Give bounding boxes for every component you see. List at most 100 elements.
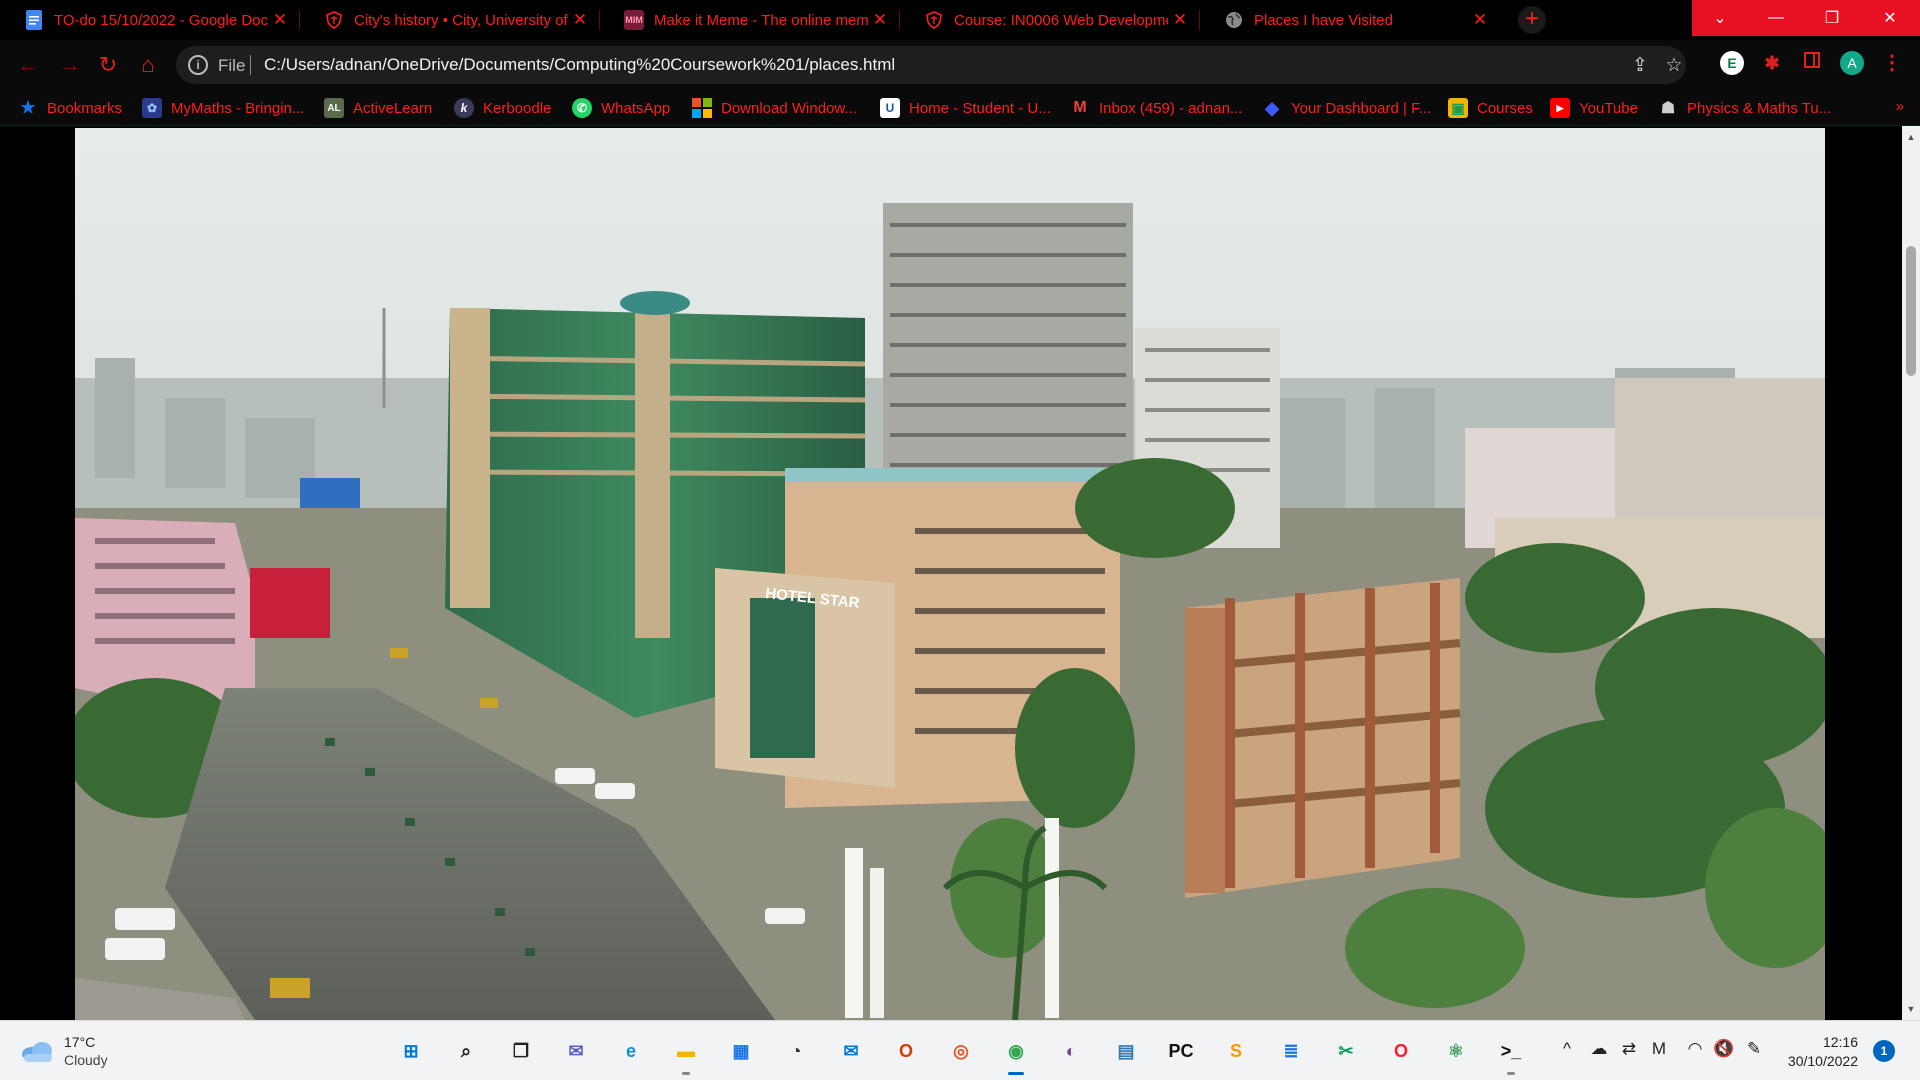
notification-badge[interactable]: 1 [1873, 1040, 1895, 1062]
bookmark-home-student[interactable]: U Home - Student - U... [880, 96, 1051, 120]
bookmark-star-icon[interactable]: ☆ [1662, 54, 1686, 78]
speedometer-icon[interactable]: ◔ [778, 1033, 814, 1069]
url-text[interactable]: C:/Users/adnan/OneDrive/Documents/Comput… [264, 55, 895, 75]
tab-course-web-dev[interactable]: Course: IN0006 Web Developme ✕ [900, 0, 1200, 40]
ubuntu-icon[interactable]: ◎ [943, 1033, 979, 1069]
wifi-icon[interactable]: ◠ [1683, 1039, 1707, 1059]
file-explorer-icon[interactable]: ▬ [668, 1033, 704, 1075]
microsoft-store-icon[interactable]: ▦ [723, 1033, 759, 1069]
tab-make-it-meme[interactable]: MIM Make it Meme - The online mem ✕ [600, 0, 900, 40]
python-file-icon[interactable]: ▤ [1108, 1033, 1144, 1069]
address-bar[interactable]: i File C:/Users/adnan/OneDrive/Documents… [176, 46, 1686, 84]
bookmarks-overflow-icon[interactable]: » [1896, 98, 1904, 115]
scrollbar-thumb[interactable] [1906, 246, 1916, 376]
notepad-icon[interactable]: ≣ [1273, 1033, 1309, 1069]
sublime-text-glyph: S [1229, 1040, 1242, 1061]
bookmark-mymaths[interactable]: ✿ MyMaths - Bringin... [142, 96, 304, 120]
unifrog-icon: U [880, 98, 900, 118]
site-info-icon[interactable]: i [188, 55, 208, 75]
task-view-icon[interactable]: ❐ [503, 1033, 539, 1069]
close-window-button[interactable]: ✕ [1860, 0, 1920, 36]
home-button[interactable]: ⌂ [134, 51, 162, 79]
chevron-up-icon[interactable]: ^ [1555, 1039, 1579, 1059]
mail-icon[interactable]: ✉ [833, 1033, 869, 1069]
file-explorer-glyph: ▬ [677, 1040, 695, 1061]
browser-toolbar: ← → ↻ ⌂ i File C:/Users/adnan/OneDrive/D… [0, 40, 1920, 90]
close-tab-icon[interactable]: ✕ [1168, 10, 1192, 30]
bookmark-download-windows[interactable]: Download Window... [692, 96, 857, 120]
tab-todo-doc[interactable]: TO-do 15/10/2022 - Google Doc ✕ [0, 0, 300, 40]
volume-mute-icon[interactable]: 🔇 [1712, 1039, 1736, 1059]
vertical-scrollbar[interactable]: ▲ ▼ [1902, 126, 1920, 1020]
weather-widget[interactable]: 17°C Cloudy [20, 1033, 108, 1069]
bookmark-label: YouTube [1579, 99, 1638, 117]
tor-browser-icon[interactable]: ◐ [1053, 1033, 1089, 1069]
classroom-icon: ▣ [1448, 98, 1468, 118]
bookmark-label: WhatsApp [601, 99, 671, 117]
office-icon[interactable]: O [888, 1033, 924, 1069]
onedrive-icon[interactable]: ☁ [1587, 1039, 1611, 1059]
windows-start-icon[interactable]: ⊞ [393, 1033, 429, 1069]
pycharm-icon[interactable]: PC [1163, 1033, 1199, 1069]
weather-condition: Cloudy [64, 1052, 108, 1068]
close-tab-icon[interactable]: ✕ [1468, 10, 1492, 30]
bookmark-bookmarks[interactable]: ★ Bookmarks [18, 96, 122, 120]
forward-button[interactable]: → [56, 51, 84, 79]
restore-button[interactable]: ❐ [1804, 0, 1860, 36]
tab-search-dropdown-icon[interactable]: ⌄ [1692, 0, 1748, 36]
tab-title: City's history • City, University of [354, 11, 568, 29]
share-icon[interactable]: ⇪ [1628, 54, 1652, 78]
close-tab-icon[interactable]: ✕ [568, 10, 592, 30]
tab-city-history[interactable]: City's history • City, University of ✕ [300, 0, 600, 40]
bookmark-kerboodle[interactable]: k Kerboodle [454, 96, 551, 120]
bookmark-physics-maths-tutor[interactable]: ☗ Physics & Maths Tu... [1658, 96, 1831, 120]
reload-button[interactable]: ↻ [94, 51, 122, 79]
extensions-puzzle-icon[interactable]: ✱ [1760, 51, 1784, 75]
windows-taskbar: 17°C Cloudy ⊞ ⌕ ❐ ✉ e ▬ ▦ ◔ ✉ O ◎ ◉ ◐ ▤ PC S ≣ ✂ O ⚛ >_ ^ ☁ ⇄ M… [0, 1020, 1920, 1080]
bookmark-courses[interactable]: ▣ Courses [1448, 96, 1533, 120]
scroll-up-arrow-icon[interactable]: ▲ [1902, 132, 1920, 142]
back-button[interactable]: ← [14, 51, 42, 79]
edge-icon[interactable]: e [613, 1033, 649, 1069]
media-icon[interactable]: M [1647, 1039, 1671, 1059]
snipping-tool-icon[interactable]: ✂ [1328, 1033, 1364, 1069]
scroll-down-arrow-icon[interactable]: ▼ [1902, 1004, 1920, 1014]
bookmark-youtube[interactable]: ▶ YouTube [1550, 96, 1638, 120]
chrome-menu-icon[interactable]: ⋮ [1880, 51, 1904, 75]
search-icon[interactable]: ⌕ [448, 1033, 484, 1069]
bookmark-label: MyMaths - Bringin... [171, 99, 305, 117]
teams-chat-icon[interactable]: ✉ [558, 1033, 594, 1069]
opera-icon[interactable]: O [1383, 1033, 1419, 1069]
terminal-icon[interactable]: >_ [1493, 1033, 1529, 1075]
notepad-glyph: ≣ [1283, 1040, 1299, 1061]
bookmark-label: Inbox (459) - adnan... [1099, 99, 1243, 117]
bookmark-activelearn[interactable]: AL ActiveLearn [324, 96, 432, 120]
network-usb-icon[interactable]: ⇄ [1617, 1039, 1641, 1059]
tab-places-visited-active[interactable]: Places I have Visited ✕ [1200, 0, 1500, 40]
profile-avatar[interactable]: A [1840, 51, 1864, 75]
opera-glyph: O [1393, 1040, 1408, 1061]
atom-glyph: ⚛ [1447, 1040, 1465, 1061]
clock[interactable]: 12:16 30/10/2022 [1778, 1033, 1858, 1071]
close-tab-icon[interactable]: ✕ [868, 10, 892, 30]
weather-temperature: 17°C [64, 1034, 96, 1050]
minimize-button[interactable]: — [1748, 0, 1804, 36]
tab-title: Make it Meme - The online mem [654, 11, 868, 29]
clock-time: 12:16 [1822, 1034, 1858, 1050]
atom-icon[interactable]: ⚛ [1438, 1033, 1474, 1069]
url-divider [250, 55, 251, 75]
bookmark-gmail-inbox[interactable]: M Inbox (459) - adnan... [1070, 96, 1242, 120]
close-tab-icon[interactable]: ✕ [268, 10, 292, 30]
bookmark-your-dashboard[interactable]: ◆ Your Dashboard | F... [1262, 96, 1431, 120]
chrome-icon[interactable]: ◉ [998, 1033, 1034, 1075]
bookmark-whatsapp[interactable]: ✆ WhatsApp [572, 96, 670, 120]
bookmark-label: Home - Student - U... [909, 99, 1051, 117]
sublime-text-icon[interactable]: S [1218, 1033, 1254, 1069]
extension-e-icon[interactable]: E [1720, 51, 1744, 75]
new-tab-button[interactable]: + [1518, 6, 1546, 34]
mail-glyph: ✉ [843, 1040, 859, 1061]
clock-date: 30/10/2022 [1787, 1053, 1858, 1069]
mymaths-icon: ✿ [142, 98, 162, 118]
pen-icon[interactable]: ✎ [1742, 1039, 1766, 1059]
reading-list-icon[interactable] [1800, 51, 1824, 75]
